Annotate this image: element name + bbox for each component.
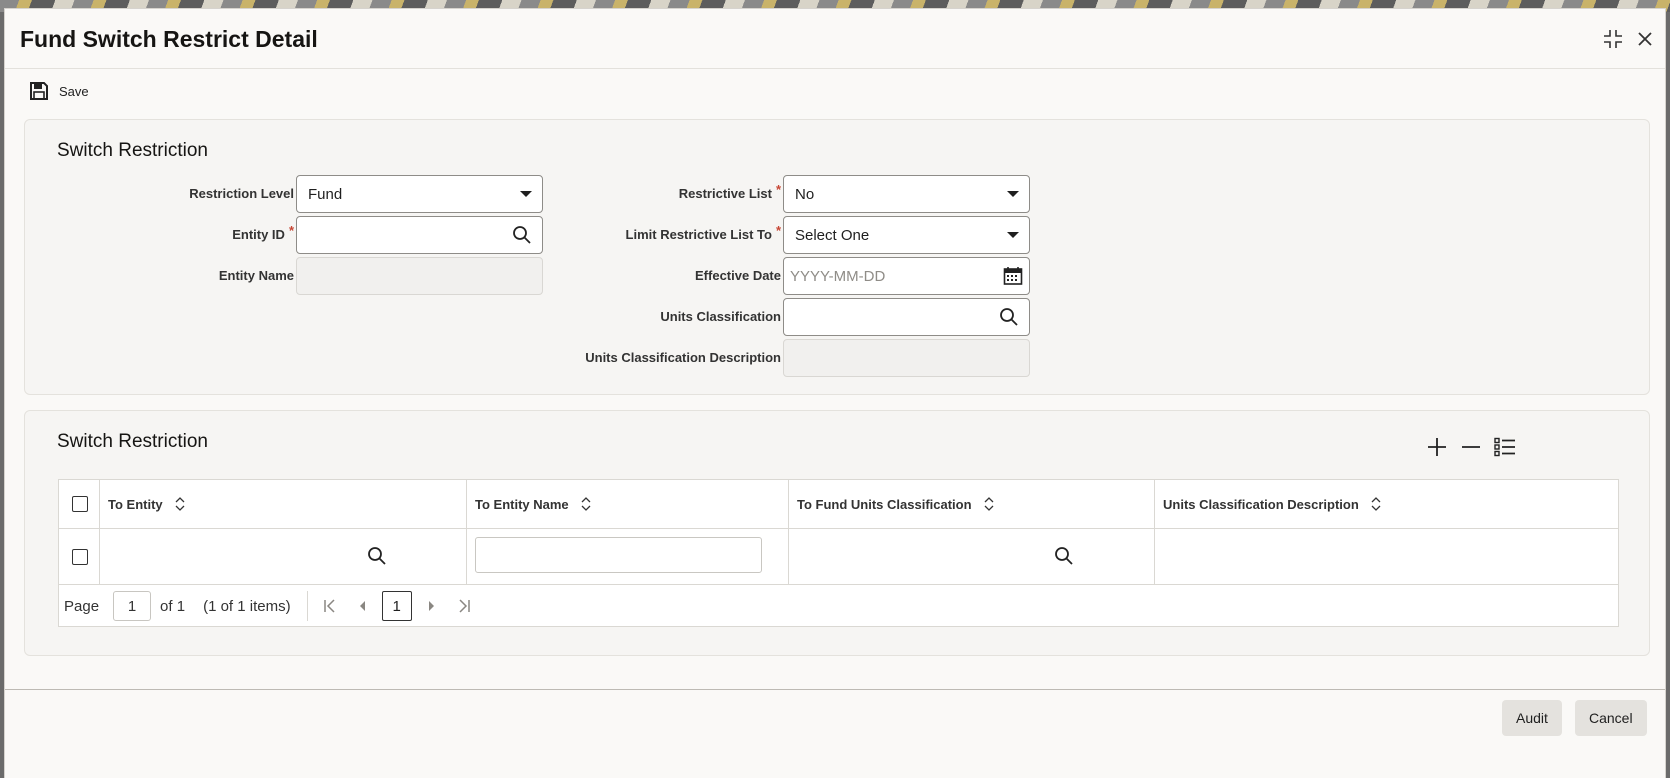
form-section-title: Switch Restriction: [57, 140, 208, 161]
list-view-icon: [1494, 437, 1515, 457]
effective-date-input[interactable]: YYYY-MM-DD: [783, 257, 1030, 295]
units-classification-description-field: [783, 339, 1030, 377]
pager-divider: [306, 591, 308, 621]
add-row-button[interactable]: [1425, 435, 1449, 459]
restrictive-list-select[interactable]: No: [783, 175, 1030, 213]
switch-restriction-grid-panel: Switch Restriction To Entity To Entity N…: [24, 410, 1650, 656]
entity-id-label: Entity ID *: [232, 223, 294, 242]
first-page-button[interactable]: [318, 594, 342, 618]
first-page-icon: [323, 599, 335, 613]
to-entity-search-button[interactable]: [366, 545, 388, 567]
sort-icon: [581, 497, 591, 511]
sort-icon: [175, 497, 185, 511]
footer-bar: Audit Cancel: [5, 689, 1665, 778]
select-all-checkbox[interactable]: [72, 496, 88, 512]
calendar-button[interactable]: [1003, 266, 1023, 286]
effective-date-label: Effective Date: [695, 268, 781, 283]
units-classification-search-button[interactable]: [999, 307, 1019, 327]
grid-section-title: Switch Restriction: [57, 431, 208, 452]
search-icon: [1055, 547, 1073, 565]
next-page-icon: [428, 601, 434, 611]
entity-id-search-button[interactable]: [512, 225, 532, 245]
close-button[interactable]: [1631, 25, 1659, 53]
switch-restriction-form-panel: Switch Restriction Restriction Level Fun…: [24, 119, 1650, 395]
minus-icon: [1462, 446, 1480, 448]
units-classification-input[interactable]: [783, 298, 1030, 336]
search-icon: [1000, 308, 1018, 326]
restrictive-list-value: No: [795, 185, 815, 203]
page-label: Page: [64, 597, 100, 615]
units-classification-description-label: Units Classification Description: [585, 350, 781, 365]
restriction-level-value: Fund: [308, 185, 343, 203]
to-entity-name-cell: [466, 529, 788, 584]
dropdown-icon: [1007, 232, 1019, 238]
table-row: [59, 529, 1618, 585]
single-record-view-button[interactable]: [1493, 435, 1517, 459]
column-header-to-entity-name[interactable]: To Entity Name: [466, 480, 788, 528]
title-bar: Fund Switch Restrict Detail: [5, 9, 1665, 69]
maximize-icon: [1604, 30, 1622, 48]
toolbar: Save: [5, 71, 1665, 111]
limit-restrictive-list-value: Select One: [795, 226, 870, 244]
restriction-level-select[interactable]: Fund: [296, 175, 543, 213]
items-count-label: (1 of 1 items): [203, 597, 291, 615]
sort-icon: [1371, 497, 1381, 511]
switch-restriction-grid: To Entity To Entity Name To Fund Units C…: [58, 479, 1619, 627]
calendar-icon: [1003, 267, 1023, 285]
to-fund-units-classification-cell[interactable]: [788, 529, 1154, 584]
effective-date-placeholder: YYYY-MM-DD: [790, 267, 886, 285]
save-button[interactable]: Save: [29, 77, 89, 105]
restrictive-list-label: Restrictive List *: [678, 182, 781, 201]
row-select-checkbox[interactable]: [72, 549, 88, 565]
limit-restrictive-list-label: Limit Restrictive List To *: [625, 223, 781, 242]
save-label: Save: [59, 83, 89, 99]
column-header-units-classification-description[interactable]: Units Classification Description: [1154, 480, 1620, 528]
cancel-button[interactable]: Cancel: [1575, 700, 1647, 736]
restriction-level-label: Restriction Level: [189, 186, 294, 201]
entity-name-field: [296, 257, 543, 295]
entity-id-input[interactable]: [296, 216, 543, 254]
units-classification-description-cell: [1154, 529, 1620, 584]
search-icon: [513, 226, 531, 244]
units-classification-row-search-button[interactable]: [1053, 545, 1075, 567]
window-title: Fund Switch Restrict Detail: [20, 26, 318, 52]
page-number-input[interactable]: 1: [113, 591, 152, 621]
next-page-button[interactable]: [420, 594, 444, 618]
last-page-icon: [459, 599, 470, 613]
maximize-button[interactable]: [1599, 25, 1627, 53]
previous-page-icon: [359, 601, 365, 611]
plus-icon: [1428, 438, 1446, 456]
dialog-window: Fund Switch Restrict Detail Save Switch …: [4, 8, 1666, 778]
to-entity-cell[interactable]: [99, 529, 466, 584]
page-of-label: of 1: [160, 597, 186, 615]
audit-button[interactable]: Audit: [1502, 700, 1562, 736]
to-entity-name-input[interactable]: [475, 537, 762, 573]
limit-restrictive-list-select[interactable]: Select One: [783, 216, 1030, 254]
last-page-button[interactable]: [452, 594, 476, 618]
search-icon: [368, 547, 386, 565]
delete-row-button[interactable]: [1459, 435, 1483, 459]
pagination-bar: Page 1 of 1 (1 of 1 items) 1: [59, 585, 1618, 627]
column-header-to-entity[interactable]: To Entity: [99, 480, 466, 528]
sort-icon: [984, 497, 994, 511]
column-header-to-fund-units-classification[interactable]: To Fund Units Classification: [788, 480, 1154, 528]
dropdown-icon: [520, 191, 532, 197]
previous-page-button[interactable]: [350, 594, 374, 618]
units-classification-label: Units Classification: [660, 309, 781, 324]
current-page-button[interactable]: 1: [381, 591, 412, 621]
close-icon: [1638, 32, 1652, 46]
save-icon: [30, 82, 48, 100]
grid-header-row: To Entity To Entity Name To Fund Units C…: [59, 480, 1618, 529]
entity-name-label: Entity Name: [218, 268, 294, 283]
dropdown-icon: [1007, 191, 1019, 197]
